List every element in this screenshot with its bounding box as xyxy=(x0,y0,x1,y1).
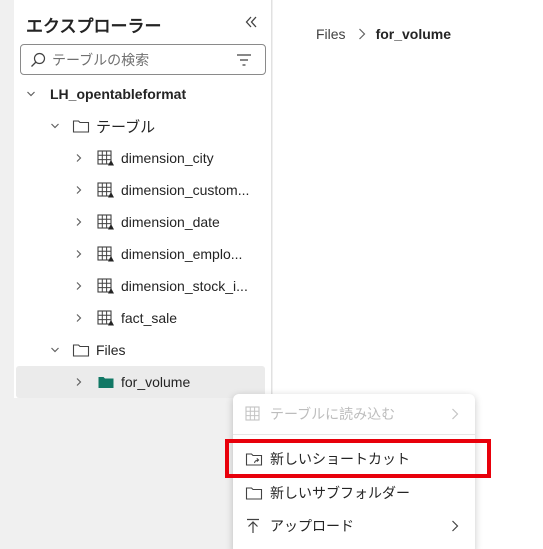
search-box[interactable] xyxy=(20,44,266,75)
table-label: dimension_emplo... xyxy=(121,246,243,262)
explorer-pane: エクスプローラー LH_opentableformat テーブル xyxy=(14,0,272,398)
folder-icon xyxy=(245,487,263,500)
search-icon xyxy=(31,52,46,67)
menu-item-new-subfolder[interactable]: 新しいサブフォルダー xyxy=(233,476,475,509)
tree-item-table[interactable]: dimension_date xyxy=(14,206,272,238)
menu-item-upload[interactable]: アップロード xyxy=(233,509,475,542)
tree-item-table[interactable]: dimension_city xyxy=(14,142,272,174)
breadcrumb: Files for_volume xyxy=(316,26,451,42)
explorer-title: エクスプローラー xyxy=(26,17,162,36)
tree-item-for-volume[interactable]: for_volume xyxy=(16,366,265,398)
table-label: dimension_date xyxy=(121,214,220,230)
table-label: fact_sale xyxy=(121,310,178,326)
folder-filled-icon xyxy=(98,377,114,388)
search-input[interactable] xyxy=(52,50,232,70)
breadcrumb-files[interactable]: Files xyxy=(316,26,346,42)
tree-item-table[interactable]: dimension_emplo... xyxy=(14,238,272,270)
chevron-right-icon xyxy=(452,520,459,532)
tree-item-table[interactable]: fact_sale xyxy=(14,302,272,334)
chevron-right-icon[interactable] xyxy=(74,217,84,227)
chevron-right-icon xyxy=(358,28,365,40)
menu-item-label: アップロード xyxy=(270,517,354,534)
tree-item-table[interactable]: dimension_custom... xyxy=(14,174,272,206)
lakehouse-label: LH_opentableformat xyxy=(50,86,187,102)
tree-item-tables-folder[interactable]: テーブル xyxy=(14,110,272,142)
tables-folder-label: テーブル xyxy=(96,118,156,136)
files-folder-label: Files xyxy=(96,342,126,358)
collapse-pane-button[interactable] xyxy=(243,14,259,30)
for-volume-label: for_volume xyxy=(121,374,191,390)
delta-table-icon xyxy=(97,150,114,166)
table-label: dimension_city xyxy=(121,150,214,166)
delta-table-icon xyxy=(97,214,114,230)
menu-item-label: テーブルに読み込む xyxy=(270,405,396,422)
menu-item-label: 新しいサブフォルダー xyxy=(270,484,410,501)
table-label: dimension_stock_i... xyxy=(121,278,248,294)
chevron-down-icon[interactable] xyxy=(26,89,36,99)
tree-item-lakehouse[interactable]: LH_opentableformat xyxy=(14,78,272,110)
chevron-right-icon[interactable] xyxy=(74,153,84,163)
table-load-icon xyxy=(245,406,260,421)
breadcrumb-current: for_volume xyxy=(375,26,452,42)
chevron-down-icon[interactable] xyxy=(50,345,60,355)
tree-item-files-folder[interactable]: Files xyxy=(14,334,272,366)
chevron-right-icon[interactable] xyxy=(74,281,84,291)
menu-item-load-to-table[interactable]: テーブルに読み込む xyxy=(233,397,475,430)
chevron-right-icon[interactable] xyxy=(74,313,84,323)
chevron-right-icon[interactable] xyxy=(74,377,84,387)
tree-item-table[interactable]: dimension_stock_i... xyxy=(14,270,272,302)
delta-table-icon xyxy=(97,310,114,326)
menu-divider xyxy=(233,434,475,435)
filter-icon[interactable] xyxy=(236,53,252,67)
folder-icon xyxy=(72,120,90,133)
chevron-down-icon[interactable] xyxy=(50,121,60,131)
delta-table-icon xyxy=(97,182,114,198)
chevron-right-icon xyxy=(452,408,459,420)
chevron-right-icon[interactable] xyxy=(74,249,84,259)
chevron-right-icon[interactable] xyxy=(74,185,84,195)
delta-table-icon xyxy=(97,246,114,262)
double-chevron-left-icon xyxy=(245,16,257,28)
delta-table-icon xyxy=(97,278,114,294)
upload-icon xyxy=(247,518,259,533)
highlight-annotation xyxy=(225,439,491,478)
folder-icon xyxy=(72,344,90,357)
table-label: dimension_custom... xyxy=(121,182,250,198)
